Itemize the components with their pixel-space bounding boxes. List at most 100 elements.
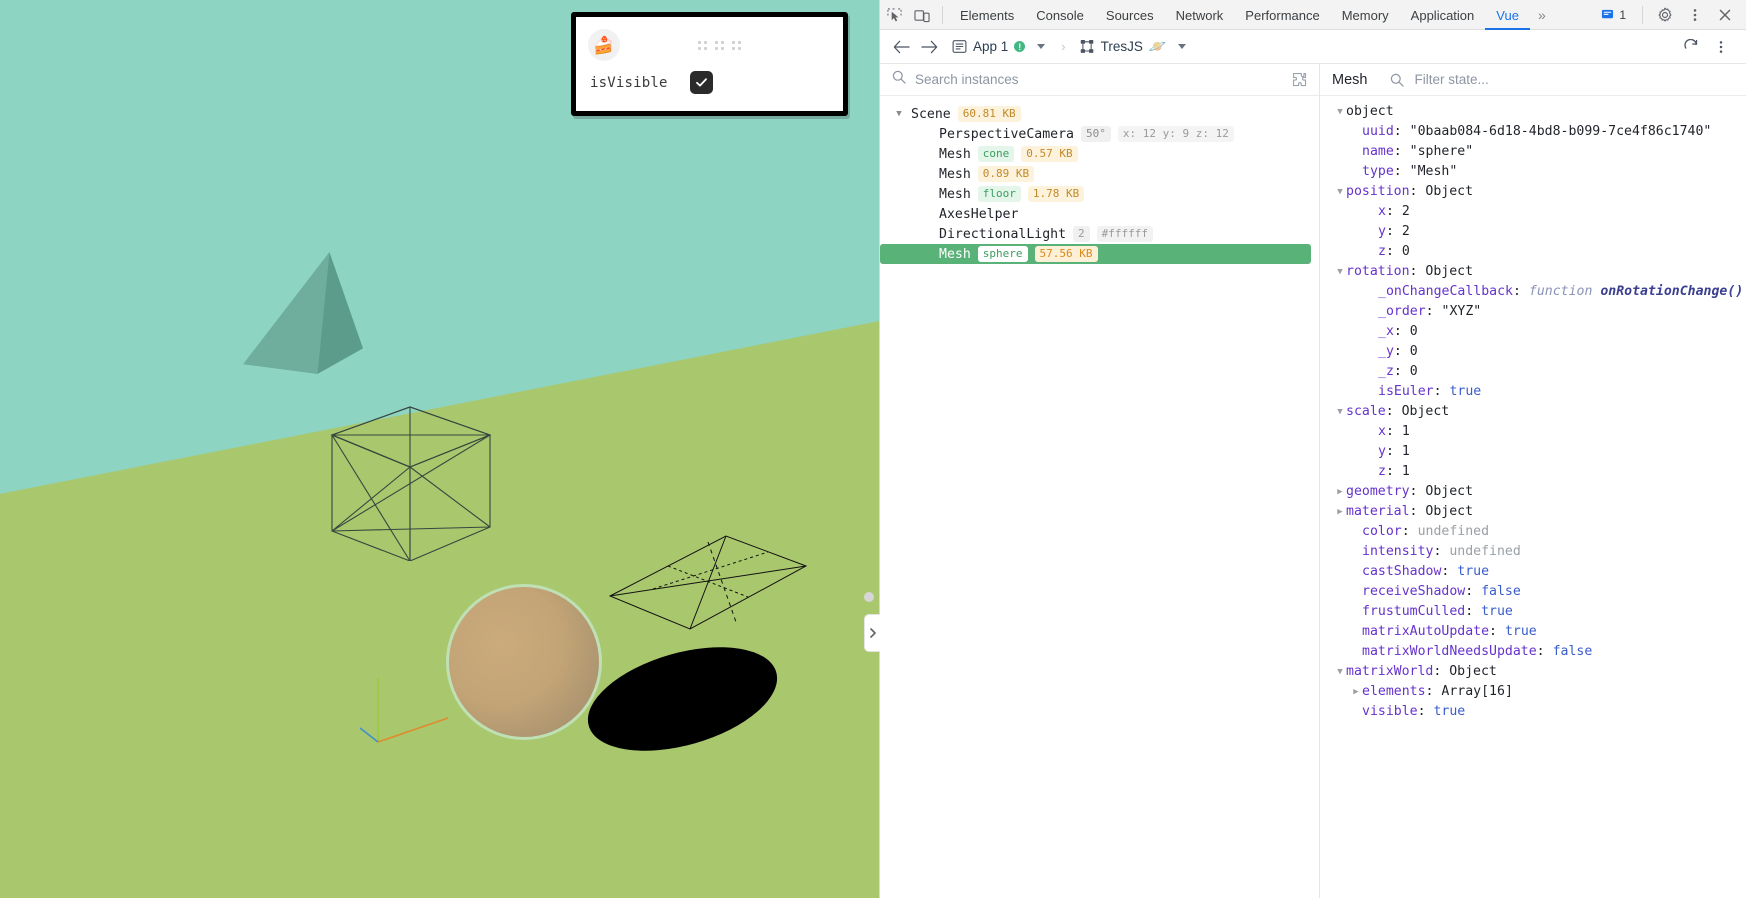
toolbar-divider <box>942 6 943 24</box>
state-key: receiveShadow <box>1362 582 1465 602</box>
caret-down-icon[interactable]: ▼ <box>1334 182 1346 202</box>
forward-arrow-icon[interactable] <box>916 34 942 60</box>
state-row[interactable]: color: undefined <box>1320 522 1746 542</box>
state-row[interactable]: intensity: undefined <box>1320 542 1746 562</box>
state-tree[interactable]: ▼objectuuid: "0baab084-6d18-4bd8-b099-7c… <box>1320 96 1746 722</box>
back-arrow-icon[interactable] <box>888 34 914 60</box>
caret-right-icon[interactable]: ▶ <box>1350 682 1362 702</box>
state-row[interactable]: ▼object <box>1320 102 1746 122</box>
state-row[interactable]: x: 2 <box>1320 202 1746 222</box>
gear-icon[interactable] <box>1651 0 1679 30</box>
state-row[interactable]: ▶elements: Array[16] <box>1320 682 1746 702</box>
more-tabs-button[interactable]: » <box>1530 0 1554 29</box>
state-row[interactable]: y: 2 <box>1320 222 1746 242</box>
state-row[interactable]: ▼rotation: Object <box>1320 262 1746 282</box>
caret-down-icon[interactable]: ▼ <box>1334 262 1346 282</box>
state-key: x <box>1378 202 1386 222</box>
state-row[interactable]: castShadow: true <box>1320 562 1746 582</box>
tab-console[interactable]: Console <box>1025 0 1095 30</box>
tree-node[interactable]: Meshsphere57.56 KB <box>880 244 1311 264</box>
state-row[interactable]: frustumCulled: true <box>1320 602 1746 622</box>
state-row[interactable]: _y: 0 <box>1320 342 1746 362</box>
drag-dots-icon[interactable] <box>698 41 741 50</box>
tree-node[interactable]: ▼Scene60.81 KB <box>880 104 1319 124</box>
devtools-tabbar-actions: 1 <box>1593 0 1746 29</box>
state-row[interactable]: name: "sphere" <box>1320 142 1746 162</box>
caret-down-icon[interactable]: ▼ <box>1334 402 1346 422</box>
tab-performance[interactable]: Performance <box>1234 0 1330 30</box>
state-value: false <box>1553 642 1593 662</box>
state-row[interactable]: isEuler: true <box>1320 382 1746 402</box>
isvisible-control-row: isVisible <box>576 65 843 94</box>
caret-right-icon[interactable]: ▶ <box>1334 502 1346 522</box>
tab-memory[interactable]: Memory <box>1331 0 1400 30</box>
state-key: _order <box>1378 302 1426 322</box>
state-row[interactable]: z: 0 <box>1320 242 1746 262</box>
refresh-icon[interactable] <box>1678 34 1704 60</box>
filter-state-input[interactable]: Filter state... <box>1414 72 1488 87</box>
instance-tree[interactable]: ▼Scene60.81 KBPerspectiveCamera50°x: 12 … <box>880 96 1319 264</box>
tree-node[interactable]: Meshfloor1.78 KB <box>880 184 1319 204</box>
tab-sources[interactable]: Sources <box>1095 0 1165 30</box>
component-selector[interactable]: TresJS 🪐 <box>1072 38 1197 55</box>
state-row[interactable]: matrixAutoUpdate: true <box>1320 622 1746 642</box>
state-row[interactable]: _x: 0 <box>1320 322 1746 342</box>
app-selector[interactable]: App 1 ! <box>944 39 1055 54</box>
chevron-down-icon-2[interactable] <box>1178 44 1186 49</box>
state-value: "XYZ" <box>1442 302 1482 322</box>
state-row[interactable]: z: 1 <box>1320 462 1746 482</box>
tab-vue[interactable]: Vue <box>1485 0 1530 30</box>
tree-node[interactable]: AxesHelper <box>880 204 1319 224</box>
state-row[interactable]: type: "Mesh" <box>1320 162 1746 182</box>
caret-down-icon[interactable]: ▼ <box>1334 102 1346 122</box>
tab-elements[interactable]: Elements <box>949 0 1025 30</box>
state-row[interactable]: _z: 0 <box>1320 362 1746 382</box>
tree-twisty-icon[interactable]: ▼ <box>894 109 904 119</box>
tab-network[interactable]: Network <box>1165 0 1235 30</box>
state-row[interactable]: receiveShadow: false <box>1320 582 1746 602</box>
state-row[interactable]: _onChangeCallback: function onRotationCh… <box>1320 282 1746 302</box>
component-name: TresJS <box>1101 39 1143 54</box>
state-value: Object <box>1449 662 1497 682</box>
state-row[interactable]: matrixWorldNeedsUpdate: false <box>1320 642 1746 662</box>
webgl-viewport[interactable]: 🍰 isVisible <box>0 0 880 898</box>
search-instances-bar[interactable]: Search instances <box>880 64 1319 96</box>
caret-right-icon[interactable]: ▶ <box>1334 482 1346 502</box>
state-row[interactable]: x: 1 <box>1320 422 1746 442</box>
inspect-element-icon[interactable] <box>880 0 908 30</box>
state-row[interactable]: ▼position: Object <box>1320 182 1746 202</box>
state-row[interactable]: ▶material: Object <box>1320 502 1746 522</box>
state-colon: : <box>1386 422 1402 442</box>
state-value: Array[16] <box>1441 682 1512 702</box>
search-instances-input[interactable]: Search instances <box>915 72 1019 87</box>
plane-wireframe-helper <box>608 534 808 639</box>
tab-application[interactable]: Application <box>1400 0 1486 30</box>
tree-node[interactable]: Mesh0.89 KB <box>880 164 1319 184</box>
state-row[interactable]: _order: "XYZ" <box>1320 302 1746 322</box>
tree-node[interactable]: PerspectiveCamera50°x: 12 y: 9 z: 12 <box>880 124 1319 144</box>
viewport-edge <box>879 0 880 898</box>
close-icon[interactable] <box>1711 0 1739 30</box>
chevron-down-icon[interactable] <box>1037 44 1045 49</box>
state-row[interactable]: visible: true <box>1320 702 1746 722</box>
state-row[interactable]: y: 1 <box>1320 442 1746 462</box>
more-options-icon[interactable] <box>1681 0 1709 30</box>
state-row[interactable]: ▼matrixWorld: Object <box>1320 662 1746 682</box>
panel-collapse-handle[interactable] <box>864 614 880 652</box>
message-count[interactable]: 1 <box>1593 8 1634 22</box>
state-key: isEuler <box>1378 382 1434 402</box>
puzzle-icon[interactable] <box>1292 72 1307 87</box>
state-colon: : <box>1434 382 1450 402</box>
caret-down-icon[interactable]: ▼ <box>1334 662 1346 682</box>
isvisible-checkbox[interactable] <box>690 71 713 94</box>
tree-node[interactable]: Meshcone0.57 KB <box>880 144 1319 164</box>
state-row[interactable]: ▼scale: Object <box>1320 402 1746 422</box>
tree-node-label: Mesh <box>939 187 971 202</box>
tweakpane-overlay[interactable]: 🍰 isVisible <box>571 12 848 116</box>
device-toolbar-icon[interactable] <box>908 0 936 30</box>
state-row[interactable]: uuid: "0baab084-6d18-4bd8-b099-7ce4f86c1… <box>1320 122 1746 142</box>
state-colon: : <box>1410 482 1426 502</box>
state-row[interactable]: ▶geometry: Object <box>1320 482 1746 502</box>
tree-node[interactable]: DirectionalLight2#ffffff <box>880 224 1319 244</box>
more-options-icon-2[interactable] <box>1708 34 1734 60</box>
